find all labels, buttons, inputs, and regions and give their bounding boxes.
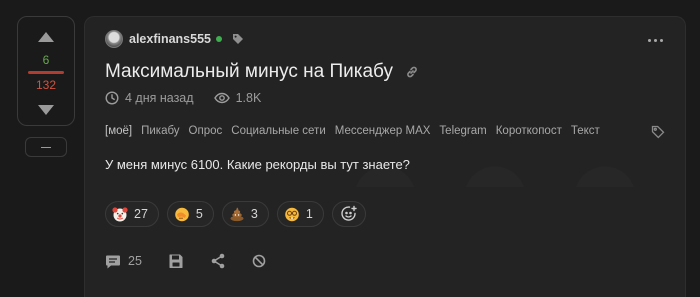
reaction-count: 3 <box>250 207 258 221</box>
reaction-clown[interactable]: 27 <box>105 201 159 227</box>
add-tag-icon[interactable] <box>651 125 665 142</box>
reaction-facepalm[interactable]: 5 <box>166 201 214 227</box>
post-time: 4 дня назад <box>105 91 194 105</box>
avatar[interactable] <box>105 30 123 48</box>
rating-bar <box>28 71 64 74</box>
arrow-up-icon <box>38 32 54 42</box>
time-text: 4 дня назад <box>125 91 194 105</box>
save-icon <box>169 254 183 268</box>
eye-icon <box>213 92 230 104</box>
tag-item[interactable]: Социальные сети <box>231 125 325 137</box>
save-button[interactable] <box>168 253 184 269</box>
poop-icon <box>229 206 245 222</box>
tag-item[interactable]: Telegram <box>439 125 486 137</box>
story-text: У меня минус 6100. Какие рекорды вы тут … <box>105 157 410 172</box>
tag-item[interactable]: Пикабу <box>141 125 179 137</box>
dot-icon <box>648 39 651 42</box>
dot-icon <box>660 39 663 42</box>
arrow-down-icon <box>38 105 54 115</box>
title-row: Максимальный минус на Пикабу <box>105 61 419 83</box>
post-views: 1.8K <box>213 91 262 105</box>
upvote-button[interactable] <box>31 25 61 49</box>
minuses-count: 132 <box>35 78 57 92</box>
reaction-nerd[interactable]: 1 <box>276 201 324 227</box>
reaction-count: 27 <box>134 207 148 221</box>
nerd-face-icon <box>284 206 300 222</box>
share-button[interactable] <box>210 253 226 269</box>
reaction-poop[interactable]: 3 <box>221 201 269 227</box>
tag-item[interactable]: Текст <box>571 125 600 137</box>
tag-item[interactable]: Мессенджер MAX <box>335 125 431 137</box>
share-icon <box>211 253 225 269</box>
tags-list: [моё] Пикабу Опрос Социальные сети Мессе… <box>105 125 665 139</box>
minus-icon <box>41 146 51 148</box>
vote-panel: 6 132 <box>17 16 75 126</box>
tag-item[interactable]: Короткопост <box>496 125 562 137</box>
facepalm-icon <box>174 206 190 222</box>
clown-face-icon <box>112 206 128 222</box>
tag-icon[interactable] <box>232 33 244 45</box>
downvote-button[interactable] <box>31 98 61 122</box>
clock-icon <box>105 91 119 105</box>
page: 6 132 alexfinans555 Максимальный минус н… <box>0 0 700 297</box>
add-emoji-icon <box>341 205 357 221</box>
comments-count: 25 <box>128 254 142 268</box>
reaction-count: 1 <box>305 207 313 221</box>
tag-item[interactable]: [моё] <box>105 125 132 137</box>
link-icon[interactable] <box>405 65 419 79</box>
meta-row: 4 дня назад 1.8K <box>105 91 261 105</box>
tag-item[interactable]: Опрос <box>189 125 223 137</box>
pluses-count: 6 <box>42 53 50 67</box>
hide-button[interactable] <box>252 254 266 268</box>
comment-icon <box>106 255 120 268</box>
online-indicator <box>216 36 222 42</box>
block-icon <box>252 254 266 268</box>
add-reaction-button[interactable] <box>331 201 366 227</box>
comments-button[interactable]: 25 <box>105 254 142 269</box>
story-card: alexfinans555 Максимальный минус на Пика… <box>84 16 686 297</box>
reactions-bar: 27 5 3 1 <box>105 201 366 227</box>
views-text: 1.8K <box>235 91 262 105</box>
dot-icon <box>654 39 657 42</box>
author-row: alexfinans555 <box>105 29 244 49</box>
reaction-count: 5 <box>195 207 203 221</box>
story-footer: 25 <box>105 253 292 269</box>
more-options-button[interactable] <box>648 39 663 42</box>
collapse-button[interactable] <box>25 137 67 157</box>
author-name[interactable]: alexfinans555 <box>129 32 211 46</box>
story-title[interactable]: Максимальный минус на Пикабу <box>105 61 393 83</box>
